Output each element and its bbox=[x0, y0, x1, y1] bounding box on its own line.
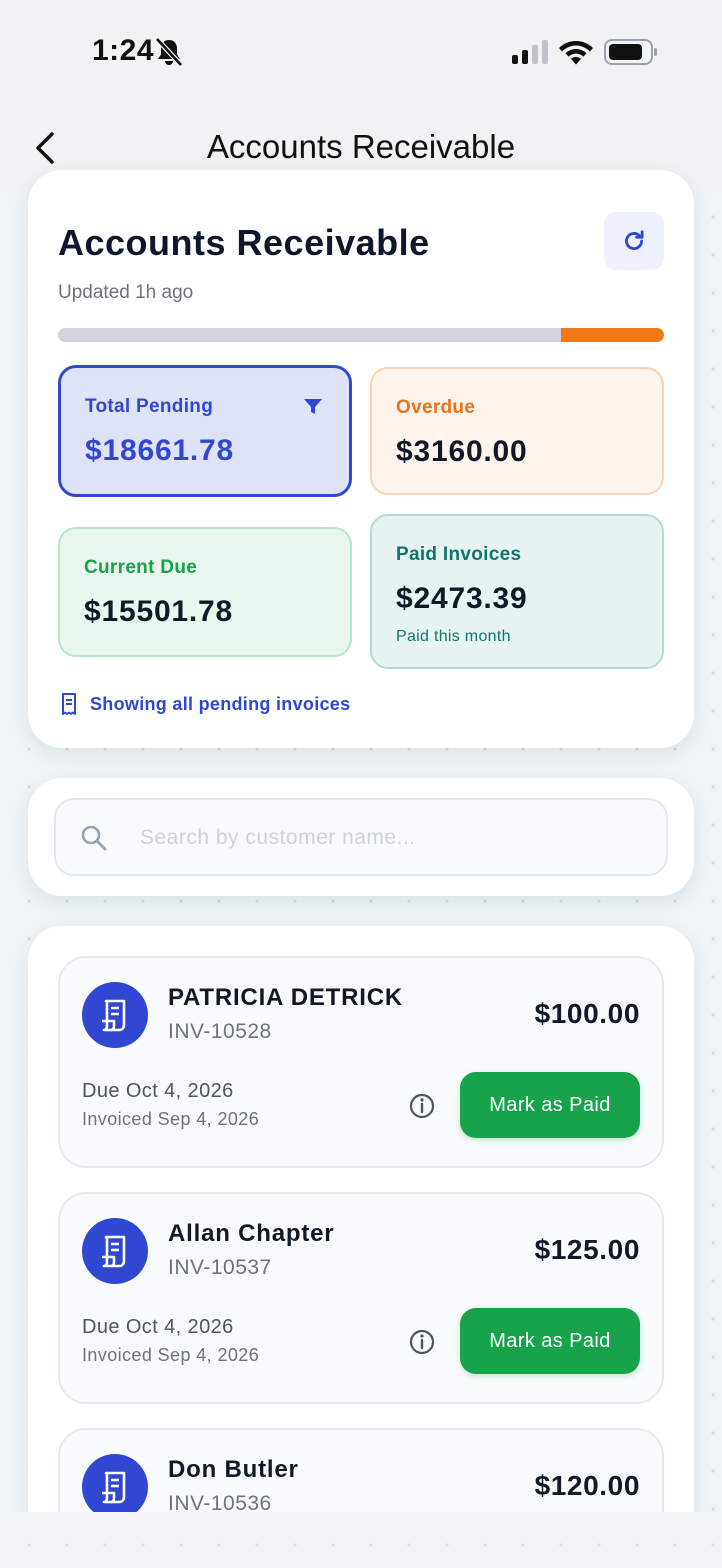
customer-name: Allan Chapter bbox=[168, 1220, 335, 1247]
battery-icon bbox=[604, 39, 657, 65]
invoice-number: INV-10528 bbox=[168, 1020, 272, 1043]
nav-title: Accounts Receivable bbox=[206, 128, 516, 165]
stat-current-due[interactable]: Current Due $15501.78 bbox=[58, 527, 352, 657]
stat-value: $3160.00 bbox=[396, 435, 528, 468]
bell-muted-icon bbox=[155, 37, 183, 67]
receipt-icon bbox=[102, 1235, 126, 1268]
filter-status-text: Showing all pending invoices bbox=[90, 693, 351, 714]
summary-card: Accounts Receivable Updated 1h ago Total… bbox=[28, 170, 694, 748]
updated-timestamp: Updated 1h ago bbox=[58, 282, 194, 303]
invoice-card[interactable]: PATRICIA DETRICK INV-10528 $100.00 Due O… bbox=[58, 956, 664, 1168]
signal-icon bbox=[512, 40, 548, 64]
invoice-amount: $100.00 bbox=[534, 998, 640, 1029]
filter-status: Showing all pending invoices bbox=[58, 692, 350, 716]
customer-name: Don Butler bbox=[168, 1456, 299, 1483]
stat-label: Overdue bbox=[396, 397, 476, 418]
stat-value: $15501.78 bbox=[84, 595, 234, 628]
summary-title: Accounts Receivable bbox=[58, 222, 430, 263]
refresh-icon bbox=[625, 230, 644, 250]
overdue-progress-bar bbox=[58, 328, 664, 342]
invoice-avatar bbox=[82, 1218, 148, 1284]
invoice-avatar bbox=[82, 1454, 148, 1520]
stat-value: $18661.78 bbox=[85, 434, 235, 467]
receipt-icon bbox=[102, 999, 126, 1032]
refresh-button[interactable] bbox=[604, 212, 664, 270]
stat-overdue[interactable]: Overdue $3160.00 bbox=[370, 367, 664, 495]
stat-subtext: Paid this month bbox=[396, 628, 511, 645]
stat-label: Paid Invoices bbox=[396, 544, 522, 565]
search-icon bbox=[81, 825, 107, 851]
status-time: 1:24 bbox=[92, 34, 155, 67]
mark-as-paid-button[interactable]: Mark as Paid bbox=[460, 1308, 640, 1374]
invoiced-date: Invoiced Sep 4, 2026 bbox=[82, 1109, 260, 1129]
due-date: Due Oct 4, 2026 bbox=[82, 1316, 234, 1338]
invoice-card[interactable]: Allan Chapter INV-10537 $125.00 Due Oct … bbox=[58, 1192, 664, 1404]
invoice-number: INV-10537 bbox=[168, 1256, 272, 1279]
mark-as-paid-button[interactable]: Mark as Paid bbox=[460, 1072, 640, 1138]
search-box[interactable] bbox=[54, 798, 668, 876]
receipt-icon bbox=[62, 693, 76, 715]
search-input[interactable] bbox=[140, 818, 640, 858]
wifi-icon bbox=[559, 41, 593, 65]
stat-label: Total Pending bbox=[85, 396, 214, 417]
invoice-amount: $120.00 bbox=[534, 1470, 640, 1501]
overdue-progress-fill bbox=[560, 328, 664, 342]
customer-name: PATRICIA DETRICK bbox=[168, 984, 404, 1011]
invoiced-date: Invoiced Sep 4, 2026 bbox=[82, 1345, 260, 1365]
stat-paid-invoices[interactable]: Paid Invoices $2473.39 Paid this month bbox=[370, 514, 664, 669]
search-card bbox=[28, 778, 694, 896]
invoice-amount: $125.00 bbox=[534, 1234, 640, 1265]
stat-total-pending[interactable]: Total Pending $18661.78 bbox=[58, 365, 352, 497]
stat-value: $2473.39 bbox=[396, 582, 528, 615]
stat-label: Current Due bbox=[84, 557, 198, 578]
info-icon[interactable] bbox=[408, 1328, 436, 1356]
filter-icon bbox=[304, 399, 322, 414]
info-icon[interactable] bbox=[408, 1092, 436, 1120]
invoice-avatar bbox=[82, 982, 148, 1048]
receipt-icon bbox=[102, 1471, 126, 1504]
bottom-background bbox=[0, 1512, 722, 1568]
due-date: Due Oct 4, 2026 bbox=[82, 1080, 234, 1102]
invoice-list: PATRICIA DETRICK INV-10528 $100.00 Due O… bbox=[28, 926, 694, 1546]
status-bar: 1:24 bbox=[0, 0, 722, 104]
